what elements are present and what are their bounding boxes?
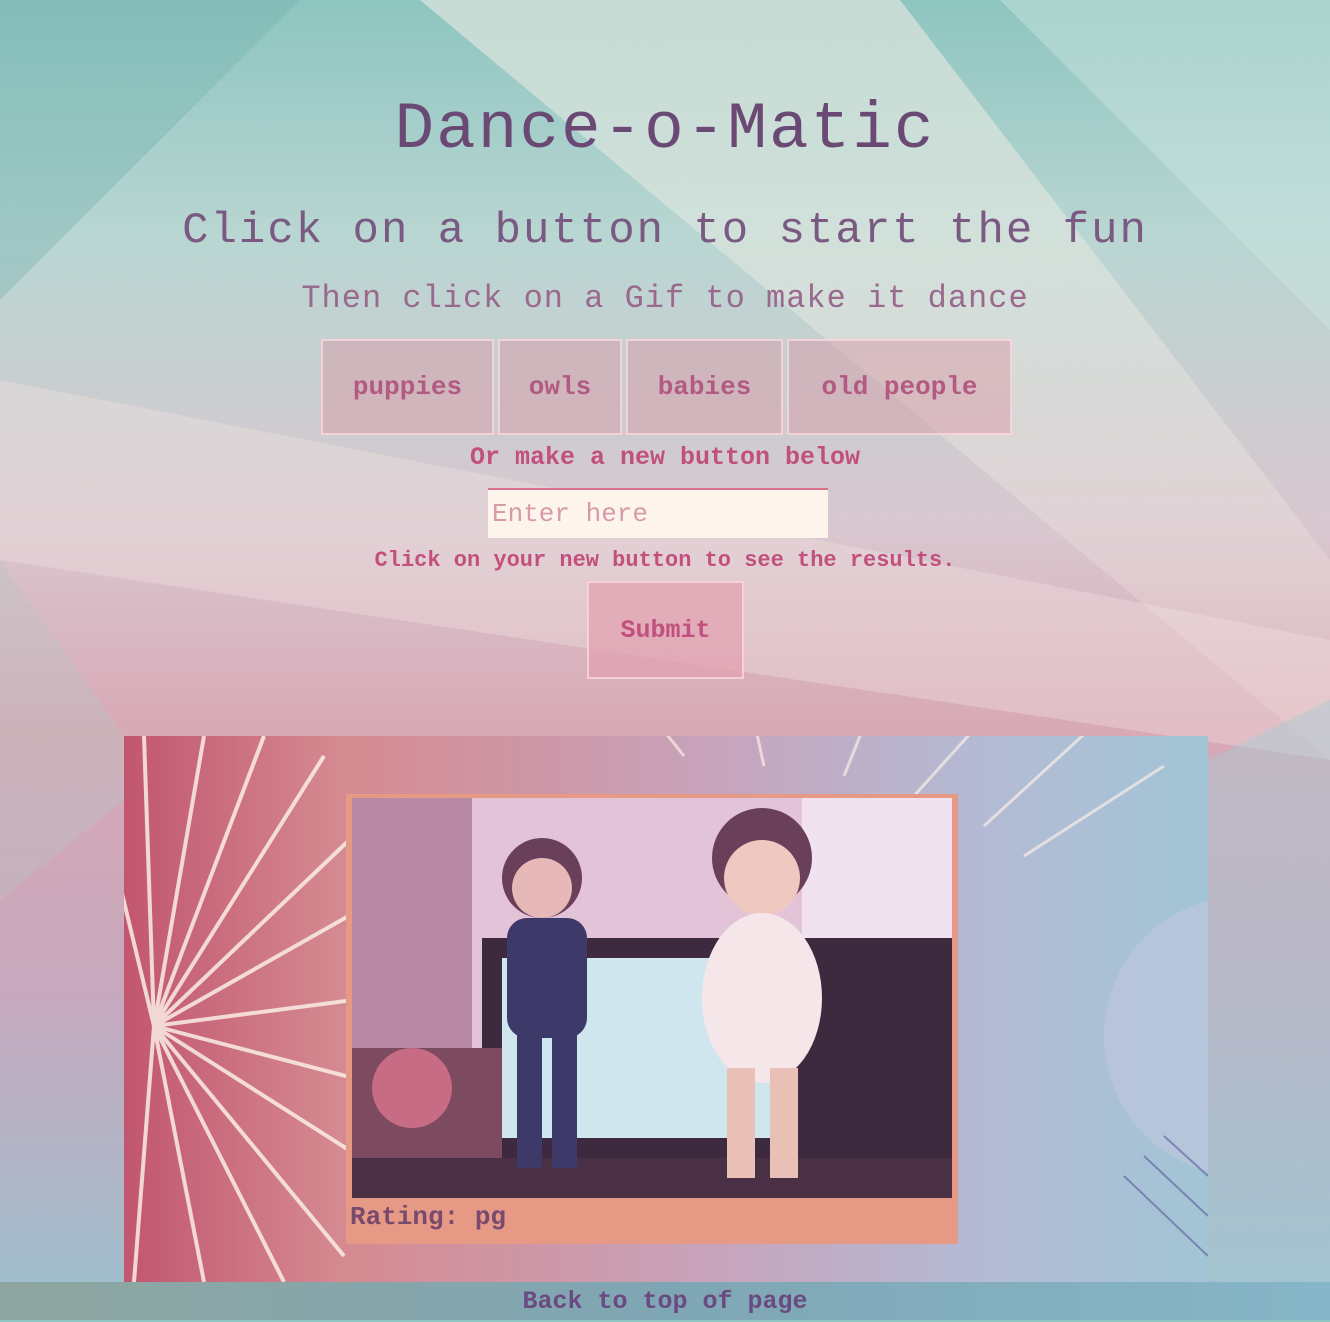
gif-rating: Rating: pg	[350, 1202, 507, 1232]
instruction-text: Then click on a Gif to make it dance	[301, 280, 1029, 317]
page-title: Dance-o-Matic	[394, 92, 936, 167]
back-to-top-link[interactable]: Back to top of page	[522, 1287, 807, 1316]
footer-bar: Back to top of page	[0, 1282, 1330, 1320]
page-subtitle: Click on a button to start the fun	[182, 206, 1148, 256]
topic-button-babies[interactable]: babies	[626, 339, 783, 435]
dancing-gif-image[interactable]	[352, 798, 952, 1198]
gif-card[interactable]: Rating: pg	[346, 794, 958, 1244]
new-button-prompt: Or make a new button below	[469, 443, 861, 472]
new-button-hint: Click on your new button to see the resu…	[374, 548, 956, 573]
topic-button-puppies[interactable]: puppies	[321, 339, 494, 435]
topic-button-row: puppies owls babies old people	[321, 339, 1012, 435]
submit-button[interactable]: Submit	[587, 581, 744, 679]
topic-button-owls[interactable]: owls	[498, 339, 622, 435]
topic-button-old-people[interactable]: old people	[787, 339, 1012, 435]
new-topic-input[interactable]	[488, 488, 828, 538]
